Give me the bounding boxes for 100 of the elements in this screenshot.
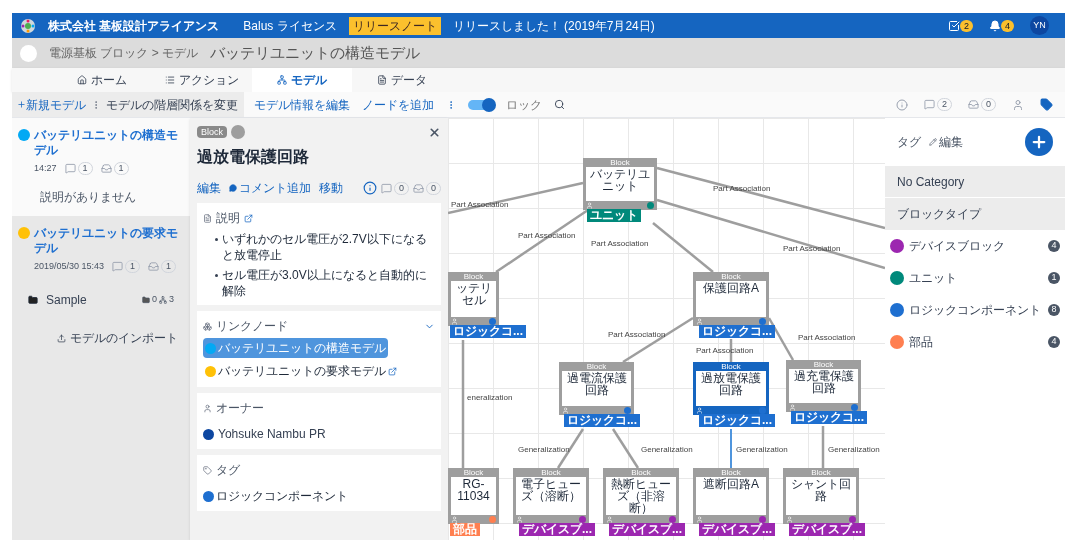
node-title: RG-11034	[456, 478, 491, 505]
block-node[interactable]: Block RG-11034	[448, 468, 499, 524]
folder-icon	[141, 296, 150, 304]
connector-line[interactable]: eneralization	[461, 340, 513, 468]
tag-label: ロジックコ...	[564, 414, 640, 427]
lock-toggle[interactable]	[468, 99, 494, 110]
detail-action-link[interactable]: コメント追加	[229, 179, 311, 197]
close-icon[interactable]	[428, 125, 441, 139]
external-link-icon[interactable]	[244, 213, 253, 223]
node-icon	[203, 321, 212, 331]
inbox-icon	[148, 260, 160, 272]
stereotype-label: Block	[720, 362, 742, 371]
plus-icon	[1030, 133, 1048, 151]
person-icon	[789, 404, 796, 411]
owner-avatar	[203, 428, 214, 440]
home-icon	[77, 75, 87, 85]
new-model-button[interactable]: 新規モデル	[17, 95, 86, 114]
tag-row[interactable]: 部品 4	[885, 326, 1065, 358]
tag-row[interactable]: ロジックコンポーネント 8	[885, 294, 1065, 326]
person-icon	[451, 516, 458, 523]
nav-tab[interactable]: ホーム	[52, 68, 152, 92]
tag-label: デバイスブ...	[519, 523, 595, 536]
connector-line[interactable]: Generalization	[821, 426, 880, 468]
tag-icon[interactable]	[1040, 98, 1053, 111]
block-node[interactable]: Block 過電流保護回路	[559, 362, 634, 415]
external-link-icon[interactable]	[388, 366, 397, 376]
search-icon[interactable]	[554, 99, 565, 110]
breadcrumb-path[interactable]: 電源基板 ブロック > モデル	[49, 44, 198, 62]
folder-name[interactable]: Sample	[46, 291, 87, 309]
tag-count: 4	[1048, 336, 1060, 348]
connector-line[interactable]: Part Association	[608, 316, 694, 364]
person-icon	[696, 407, 703, 414]
comment-icon	[923, 99, 935, 110]
tag-label: 部品	[450, 523, 480, 536]
block-node[interactable]: Block 過充電保護回路	[786, 360, 861, 412]
block-node[interactable]: Block 熱断ヒューズ（非溶断）	[603, 468, 679, 524]
tag-row[interactable]: ユニット 1	[885, 262, 1065, 294]
add-node-button[interactable]: ノードを追加	[362, 95, 434, 114]
node-title: 遮断回路A	[703, 478, 759, 493]
block-node[interactable]: Block 保護回路A	[693, 272, 769, 326]
change-hierarchy-button[interactable]: モデルの階層関係を変更	[106, 95, 238, 114]
notification-count: 4	[1001, 19, 1014, 32]
stereotype-label: Block	[720, 272, 742, 281]
inbox-icon	[413, 182, 424, 194]
license-label: Balus ライセンス	[243, 17, 337, 35]
import-model-link[interactable]: モデルのインポート	[57, 329, 178, 347]
model-item[interactable]: バッテリユニットの要求モデル 2019/05/30 15:43 1 1	[12, 215, 190, 283]
stereotype-label: Block	[585, 362, 608, 371]
stereotype-label: Block	[812, 360, 835, 369]
model-item[interactable]: バッテリユニットの構造モデル 14:27 1 1 説明がありません	[12, 118, 190, 216]
tag-count: 1	[1048, 272, 1060, 284]
bullet-icon	[215, 238, 218, 241]
task-count: 2	[959, 19, 973, 32]
node-title: 熱断ヒューズ（非溶断）	[610, 478, 672, 515]
panel-title: タグ	[897, 134, 921, 151]
connector-line[interactable]: Part Association	[591, 222, 714, 273]
edit-tags-link[interactable]: 編集	[929, 133, 963, 151]
node-title: シャント回路	[790, 478, 852, 505]
person-icon	[696, 516, 703, 523]
task-icon[interactable]	[947, 19, 960, 32]
linked-node[interactable]: バッテリユニットの要求モデル	[203, 361, 399, 381]
tag-name: ロジックコンポーネント	[909, 302, 1041, 319]
bell-icon[interactable]	[989, 19, 1001, 32]
nav-tab[interactable]: アクション	[152, 68, 252, 92]
stereotype-label: Block	[462, 272, 485, 281]
owner-name[interactable]: Yohsuke Nambu PR	[218, 425, 326, 443]
user-avatar[interactable]: YN	[1030, 16, 1049, 35]
tag-count: 4	[1048, 240, 1060, 252]
connector-line[interactable]: Generalization	[730, 428, 788, 469]
person-icon	[586, 202, 593, 209]
tag-label: ロジックコ...	[791, 411, 867, 424]
model-time: 2019/05/30 15:43	[34, 259, 105, 273]
category-header[interactable]: ブロックタイプ	[885, 198, 1065, 230]
tag-row[interactable]: デバイスブロック 4	[885, 230, 1065, 262]
edit-model-button[interactable]: モデル情報を編集	[254, 95, 350, 114]
node-title: 保護回路A	[703, 282, 759, 297]
inbox-icon	[100, 163, 112, 175]
tag-label: デバイスブ...	[789, 523, 865, 536]
block-node[interactable]: Block ッテリセル	[448, 272, 499, 326]
block-node[interactable]: Block シャント回路	[783, 468, 859, 524]
detail-action-link[interactable]: 移動	[319, 179, 343, 197]
block-node[interactable]: Block 過放電保護回路	[693, 362, 769, 415]
logo-icon	[20, 17, 36, 34]
document-icon	[203, 213, 212, 223]
model-description: 説明がありません	[39, 188, 137, 206]
nav-tab[interactable]: データ	[352, 68, 452, 92]
block-node[interactable]: Block 電子ヒューズ（溶断）	[513, 468, 589, 524]
add-button[interactable]	[1025, 128, 1053, 156]
category-row[interactable]: No Category	[885, 166, 1065, 197]
connector-line[interactable]: Generalization	[611, 428, 693, 469]
card-label: 説明	[216, 210, 240, 227]
nav-tab[interactable]: モデル	[252, 68, 352, 92]
block-node[interactable]: Block バッテリユニット	[583, 158, 657, 210]
block-node[interactable]: Block 遮断回路A	[693, 468, 769, 524]
tag-label: ロジックコ...	[699, 414, 775, 427]
release-badge[interactable]: リリースノート	[348, 16, 441, 35]
stereotype-label: Block	[810, 468, 832, 477]
node-title: バッテリユニット	[589, 168, 651, 195]
info-icon[interactable]	[362, 181, 377, 195]
detail-action-link[interactable]: 編集	[197, 179, 221, 197]
